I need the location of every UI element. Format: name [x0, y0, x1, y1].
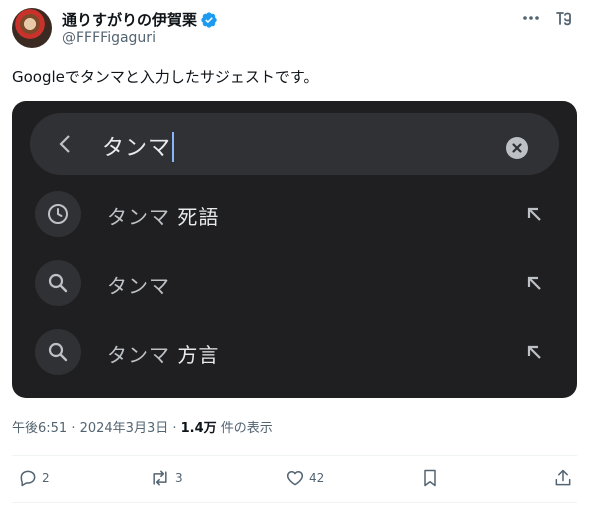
tweet-text: Googleでタンマと入力したサジェストです。: [12, 68, 319, 86]
author-name-row: 通りすがりの伊賀栗: [62, 9, 218, 30]
view-count: 1.4万: [180, 421, 217, 436]
search-icon: [48, 342, 68, 362]
divider: [12, 455, 577, 456]
close-icon: [512, 143, 522, 153]
suggestion-label: タンマ 死語: [107, 201, 219, 230]
suggestion-base-text: タンマ: [107, 205, 170, 229]
bookmark-button[interactable]: [420, 468, 440, 488]
fill-query-arrow-icon[interactable]: [522, 271, 546, 295]
more-options-icon[interactable]: [520, 8, 542, 28]
author-handle[interactable]: @FFFFigaguri: [62, 30, 156, 46]
text-caret: [172, 132, 175, 162]
fill-query-arrow-icon[interactable]: [522, 340, 546, 364]
suggestion-extra-text: 死語: [170, 205, 220, 229]
search-query-text: タンマ: [102, 136, 172, 161]
reply-count: 2: [42, 471, 50, 485]
divider: [12, 502, 577, 503]
like-count: 42: [309, 471, 325, 485]
suggestion-item[interactable]: タンマ: [12, 252, 577, 314]
suggestion-label: タンマ 方言: [107, 339, 219, 368]
reply-icon: [20, 470, 36, 487]
verified-badge-icon: [201, 11, 217, 28]
suggestion-icon-wrap: [35, 260, 81, 306]
repost-count: 3: [175, 471, 183, 485]
search-bar[interactable]: タンマ: [30, 113, 559, 175]
avatar[interactable]: [12, 8, 52, 48]
tweet-actions: 2 3 42: [0, 466, 593, 492]
repost-icon: [153, 470, 167, 486]
tweet-meta: 午後6:51 · 2024年3月3日 · 1.4万 件の表示: [12, 417, 273, 436]
grok-icon[interactable]: [554, 7, 576, 29]
share-button[interactable]: [553, 468, 573, 488]
search-query-field[interactable]: タンマ: [102, 130, 175, 162]
tweet-timestamp[interactable]: 午後6:51 · 2024年3月3日 ·: [12, 421, 181, 436]
fill-query-arrow-icon[interactable]: [522, 202, 546, 226]
suggestion-item[interactable]: タンマ 死語: [12, 183, 577, 245]
view-count-suffix: 件の表示: [216, 421, 273, 436]
like-button[interactable]: 42: [285, 468, 324, 488]
suggestion-icon-wrap: [35, 329, 81, 375]
clear-search-button[interactable]: [506, 137, 528, 159]
suggestion-base-text: タンマ: [107, 274, 170, 298]
tweet-media-screenshot[interactable]: タンマ タンマ 死語 タンマ タンマ 方言: [12, 101, 577, 398]
suggestion-item[interactable]: タンマ 方言: [12, 321, 577, 383]
share-icon: [555, 469, 571, 486]
repost-button[interactable]: 3: [149, 468, 183, 488]
back-arrow-icon[interactable]: [54, 132, 78, 156]
bookmark-icon: [424, 469, 436, 487]
heart-icon: [286, 471, 304, 486]
suggestion-label: タンマ: [107, 270, 170, 299]
suggestion-base-text: タンマ: [107, 343, 170, 367]
reply-button[interactable]: 2: [18, 468, 50, 488]
history-clock-icon: [48, 204, 68, 224]
suggestion-icon-wrap: [35, 191, 81, 237]
search-icon: [48, 273, 68, 293]
suggestion-extra-text: 方言: [170, 343, 220, 367]
display-name[interactable]: 通りすがりの伊賀栗: [62, 9, 197, 30]
